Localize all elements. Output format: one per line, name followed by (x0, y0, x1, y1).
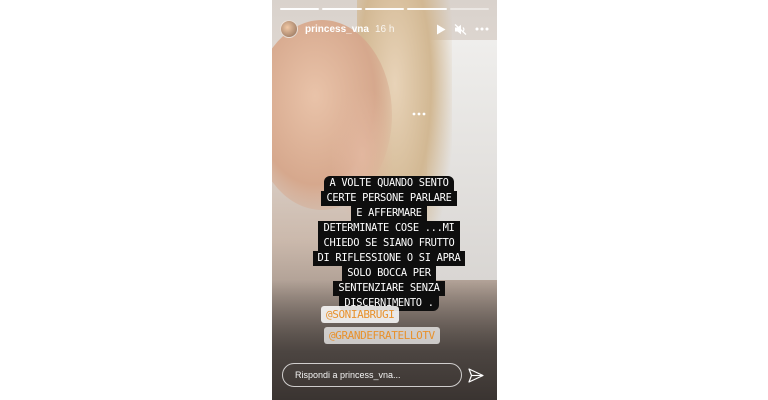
reply-placeholder: Rispondi a princess_vna... (295, 370, 401, 380)
caption-line: CERTE PERSONE PARLARE (321, 191, 457, 206)
muted-icon[interactable] (454, 23, 467, 35)
avatar[interactable] (280, 20, 298, 38)
progress-segment (449, 8, 490, 10)
more-icon[interactable] (475, 27, 489, 31)
story-viewer[interactable]: princess_vna 16 h A VOLTE QUANDO SENTO C… (272, 0, 497, 400)
caption-line: SENTENZIARE SENZA (333, 281, 445, 296)
username[interactable]: princess_vna (305, 24, 369, 35)
reply-input[interactable]: Rispondi a princess_vna... (282, 363, 462, 387)
caption-line: SOLO BOCCA PER (342, 266, 436, 281)
progress-segment (322, 8, 362, 10)
more-options-icon[interactable] (412, 103, 426, 121)
progress-segment (280, 8, 320, 10)
timestamp: 16 h (374, 23, 395, 35)
progress-segment (364, 8, 405, 10)
play-icon[interactable] (436, 24, 446, 35)
progress-segment (407, 8, 447, 10)
caption-line: DETERMINATE COSE ...MI (318, 221, 460, 236)
story-header: princess_vna 16 h (280, 18, 489, 40)
story-progress-bar (280, 8, 490, 10)
mention-tags: @SONIABRUGI @GRANDEFRATELLOTV (321, 306, 440, 344)
mention-tag-soniabrugi[interactable]: @SONIABRUGI (321, 306, 400, 323)
caption-line: CHIEDO SE SIANO FRUTTO (318, 236, 460, 251)
send-icon[interactable] (468, 368, 484, 388)
caption-line: DI RIFLESSIONE O SI APRA (312, 251, 466, 266)
caption-line: A VOLTE QUANDO SENTO (324, 176, 454, 191)
story-caption: A VOLTE QUANDO SENTO CERTE PERSONE PARLA… (312, 176, 466, 311)
mention-tag-grandefratellotv[interactable]: @GRANDEFRATELLOTV (324, 327, 440, 344)
caption-line: E AFFERMARE (351, 206, 427, 221)
